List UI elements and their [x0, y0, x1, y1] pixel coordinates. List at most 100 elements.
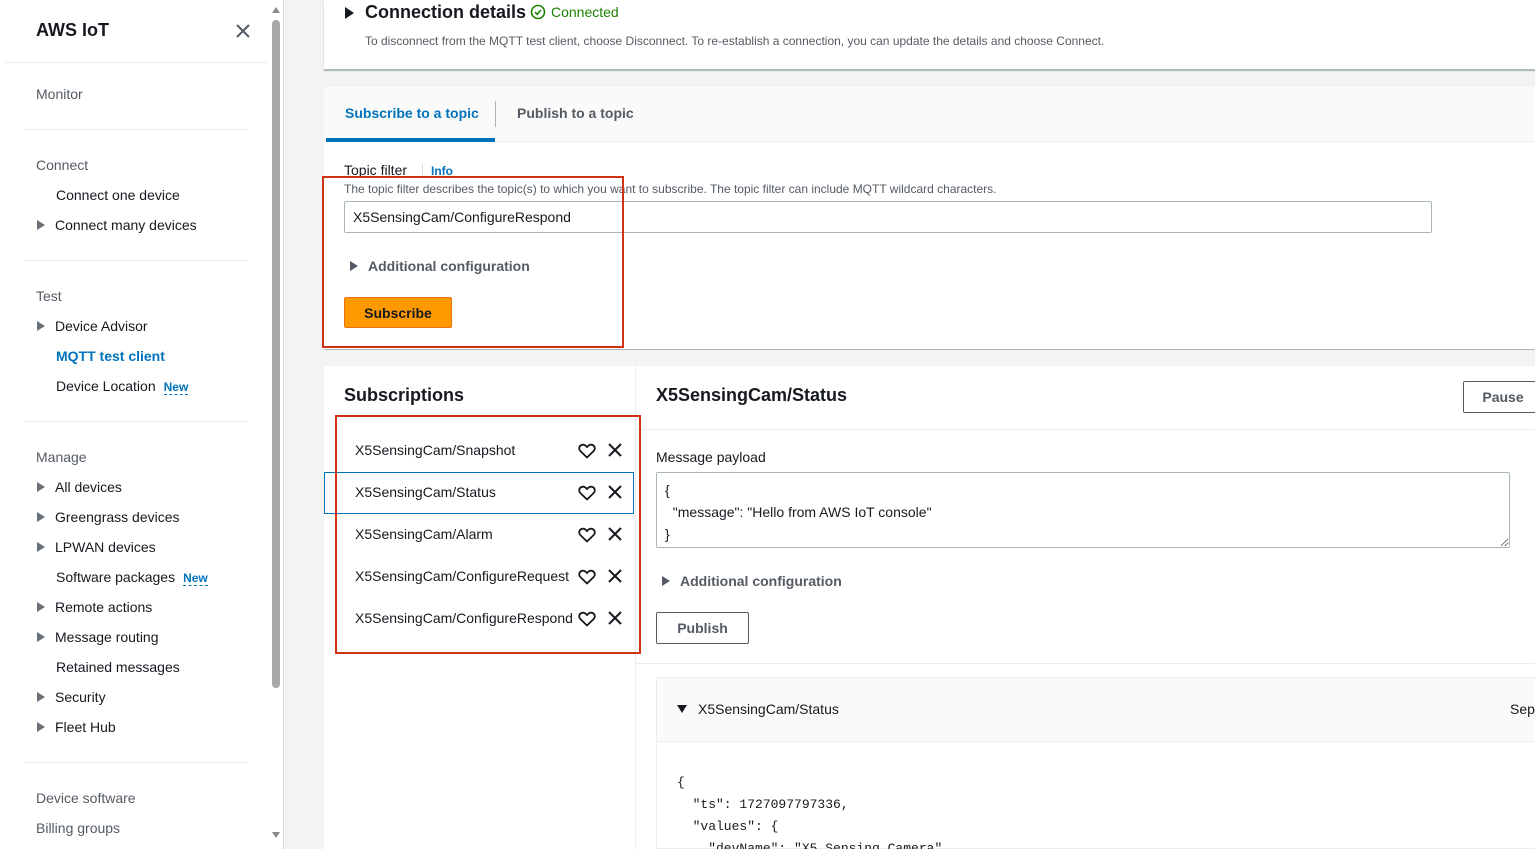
topic-filter-info-link[interactable]: Info: [422, 164, 453, 178]
topic-filter-input[interactable]: [344, 201, 1432, 233]
heart-icon[interactable]: [578, 527, 596, 543]
subscription-topic: X5SensingCam/Snapshot: [355, 442, 516, 458]
close-icon[interactable]: [234, 22, 252, 40]
close-icon[interactable]: [608, 611, 622, 625]
caret-right-icon: [37, 482, 45, 492]
tab-publish[interactable]: Publish to a topic: [517, 105, 634, 121]
sidebar-item-label: Connect many devices: [55, 217, 197, 233]
sidebar-item-label: LPWAN devices: [55, 539, 156, 555]
subscription-item[interactable]: X5SensingCam/ConfigureRequest: [324, 556, 634, 598]
connection-status: Connected: [530, 4, 619, 20]
scroll-up-arrow-icon[interactable]: [272, 7, 280, 13]
sidebar-item-label: Security: [55, 689, 106, 705]
subscription-topic: X5SensingCam/ConfigureRespond: [355, 610, 573, 626]
subscription-item[interactable]: X5SensingCam/Snapshot: [324, 430, 634, 472]
tab-subscribe[interactable]: Subscribe to a topic: [345, 105, 479, 121]
sidebar-item-label: Fleet Hub: [55, 719, 116, 735]
caret-down-icon[interactable]: [677, 705, 687, 713]
check-circle-icon: [530, 4, 546, 20]
message-payload-input[interactable]: { "message": "Hello from AWS IoT console…: [656, 472, 1510, 548]
publish-button[interactable]: Publish: [656, 612, 749, 644]
tab-separator: [495, 101, 496, 127]
caret-right-icon: [37, 512, 45, 522]
sidebar-item-monitor[interactable]: Monitor: [36, 86, 83, 102]
sidebar-item-connect-many-devices[interactable]: Connect many devices: [37, 217, 197, 233]
sidebar-divider: [24, 129, 248, 130]
sidebar-item-device-advisor[interactable]: Device Advisor: [37, 318, 148, 334]
caret-right-icon: [37, 602, 45, 612]
sidebar-item-software-packages[interactable]: Software packages New: [56, 569, 208, 586]
message-area: X5SensingCam/Status Pause Message payloa…: [635, 366, 1535, 849]
active-tab-indicator: [326, 138, 495, 142]
sidebar-item-mqtt-test-client[interactable]: MQTT test client: [56, 348, 165, 364]
sidebar-item-connect-one-device[interactable]: Connect one device: [56, 187, 180, 203]
subscription-item[interactable]: X5SensingCam/Alarm: [324, 514, 634, 556]
heart-icon[interactable]: [578, 443, 596, 459]
topic-filter-label: Topic filter: [344, 162, 408, 178]
sidebar-item-label: Greengrass devices: [55, 509, 180, 525]
message-log-topic: X5SensingCam/Status: [698, 701, 839, 717]
heart-icon[interactable]: [578, 569, 596, 585]
sidebar-item-device-location[interactable]: Device Location New: [56, 378, 189, 395]
scroll-down-arrow-icon[interactable]: [272, 832, 280, 838]
new-badge: New: [163, 380, 189, 395]
close-icon[interactable]: [608, 443, 622, 457]
message-log-header[interactable]: X5SensingCam/Status Sept: [657, 678, 1535, 742]
close-icon[interactable]: [608, 485, 622, 499]
pause-button[interactable]: Pause: [1463, 381, 1535, 413]
subscribe-additional-configuration[interactable]: Additional configuration: [350, 258, 530, 274]
sidebar-item-remote-actions[interactable]: Remote actions: [37, 599, 152, 615]
sidebar: AWS IoT Monitor Connect Connect one devi…: [0, 0, 284, 849]
message-log-entry: X5SensingCam/Status Sept { "ts": 1727097…: [656, 677, 1535, 849]
sidebar-item-fleet-hub[interactable]: Fleet Hub: [37, 719, 116, 735]
divider: [636, 429, 1535, 430]
subscription-item[interactable]: X5SensingCam/ConfigureRespond: [324, 598, 634, 640]
subscription-topic: X5SensingCam/ConfigureRequest: [355, 568, 570, 584]
sidebar-section-manage: Manage: [36, 449, 87, 465]
sidebar-item-label: Device Advisor: [55, 318, 148, 334]
sidebar-item-all-devices[interactable]: All devices: [37, 479, 122, 495]
divider: [635, 663, 1535, 664]
sidebar-item-retained-messages[interactable]: Retained messages: [56, 659, 180, 675]
subscriptions-panel: Subscriptions X5SensingCam/Snapshot X5Se…: [324, 366, 1535, 849]
caret-right-icon: [37, 321, 45, 331]
message-payload-label: Message payload: [656, 449, 766, 465]
caret-right-icon: [662, 576, 670, 586]
additional-configuration-label: Additional configuration: [368, 258, 530, 274]
caret-right-icon[interactable]: [345, 7, 354, 19]
message-topic-title: X5SensingCam/Status: [656, 385, 848, 405]
heart-icon[interactable]: [578, 485, 596, 501]
new-badge: New: [183, 571, 208, 586]
subscribe-button[interactable]: Subscribe: [344, 297, 452, 328]
caret-right-icon: [37, 722, 45, 732]
close-icon[interactable]: [608, 527, 622, 541]
connection-details-title[interactable]: Connection details: [365, 2, 526, 23]
sidebar-item-label: Software packages: [56, 569, 176, 585]
caret-right-icon: [37, 632, 45, 642]
heart-icon[interactable]: [578, 611, 596, 627]
sidebar-divider: [24, 762, 248, 763]
sidebar-header: AWS IoT: [5, 0, 268, 63]
connection-status-label: Connected: [551, 4, 619, 20]
sidebar-item-message-routing[interactable]: Message routing: [37, 629, 159, 645]
sidebar-item-label: Message routing: [55, 629, 159, 645]
connection-details-panel: Connection details Connected To disconne…: [324, 0, 1535, 70]
sidebar-item-lpwan-devices[interactable]: LPWAN devices: [37, 539, 156, 555]
sidebar-item-device-software[interactable]: Device software: [36, 790, 136, 806]
message-log-timestamp: Sept: [1510, 701, 1535, 717]
sidebar-divider: [24, 421, 248, 422]
sidebar-item-billing-groups[interactable]: Billing groups: [36, 820, 120, 836]
caret-right-icon: [37, 692, 45, 702]
sidebar-item-greengrass-devices[interactable]: Greengrass devices: [37, 509, 180, 525]
caret-right-icon: [350, 261, 358, 271]
subscription-item[interactable]: X5SensingCam/Status: [324, 472, 634, 514]
sidebar-scrollbar-thumb[interactable]: [272, 20, 280, 688]
sidebar-item-security[interactable]: Security: [37, 689, 106, 705]
subscription-topic: X5SensingCam/Alarm: [355, 526, 493, 542]
close-icon[interactable]: [608, 569, 622, 583]
publish-additional-configuration[interactable]: Additional configuration: [662, 573, 842, 589]
message-log-body: { "ts": 1727097797336, "values": { "devN…: [677, 775, 951, 849]
caret-right-icon: [37, 220, 45, 230]
connection-description: To disconnect from the MQTT test client,…: [365, 34, 1105, 48]
sidebar-item-label: Device Location: [56, 378, 156, 394]
